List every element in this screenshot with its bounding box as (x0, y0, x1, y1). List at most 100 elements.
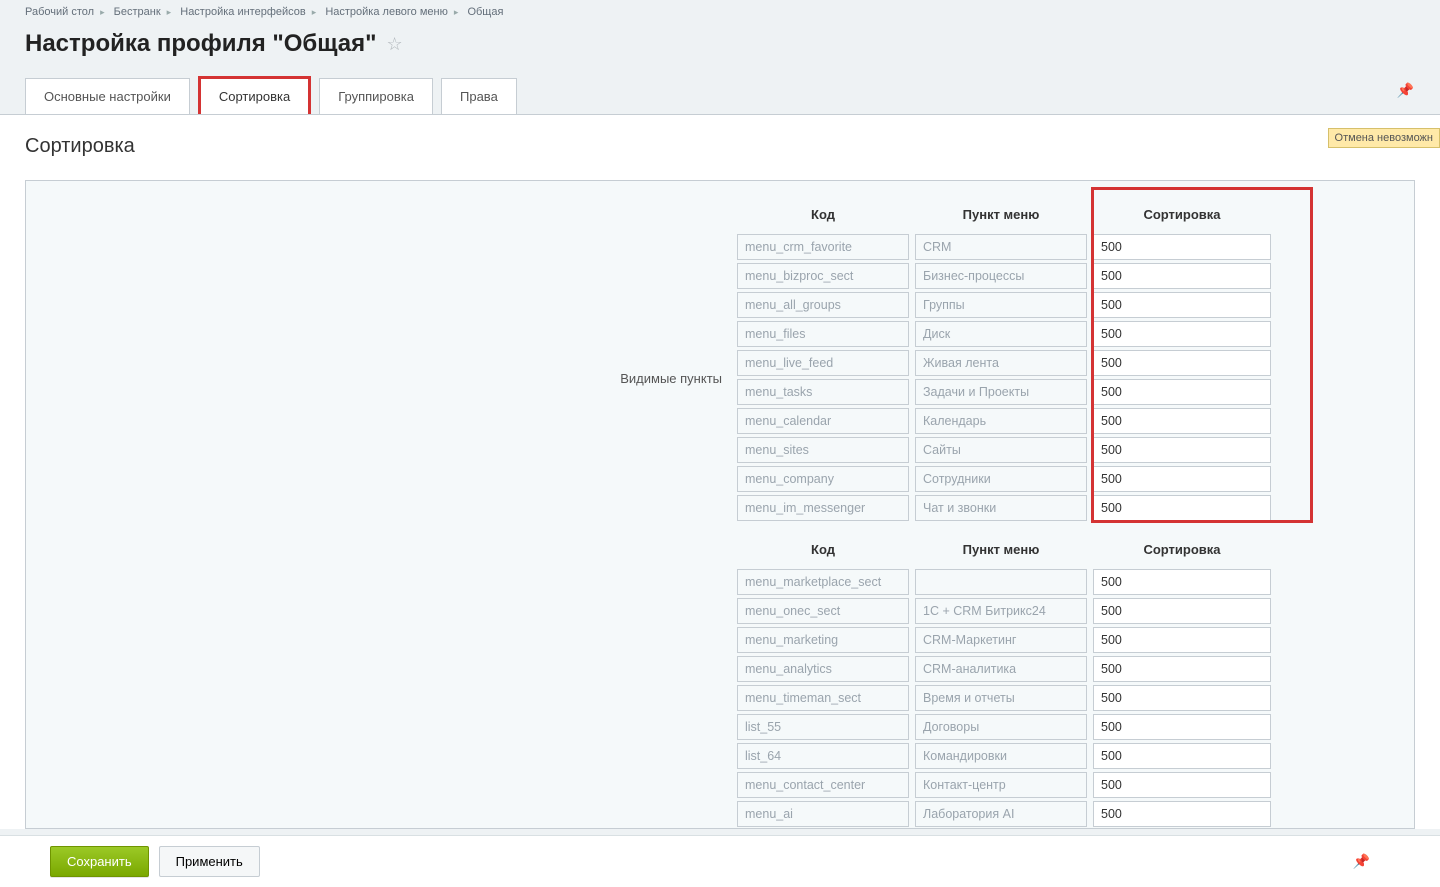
tab-main-settings[interactable]: Основные настройки (25, 78, 190, 114)
code-input (737, 292, 909, 318)
chevron-right-icon: ▸ (454, 7, 459, 18)
code-input (737, 801, 909, 827)
code-input (737, 263, 909, 289)
crumb-link[interactable]: Бестранк (114, 6, 161, 18)
menu-input (915, 656, 1087, 682)
col-header-menu: Пункт меню (912, 536, 1090, 567)
menu-input (915, 743, 1087, 769)
table-row (734, 319, 1274, 348)
sort-input[interactable] (1093, 627, 1271, 653)
row-label: Видимые пункты (26, 201, 734, 828)
table-row (734, 770, 1274, 799)
menu-input (915, 714, 1087, 740)
sort-input[interactable] (1093, 466, 1271, 492)
table-row (734, 406, 1274, 435)
pin-icon[interactable]: 📌 (1353, 853, 1370, 870)
section-title: Сортировка (25, 135, 1415, 158)
code-input (737, 627, 909, 653)
save-button[interactable]: Сохранить (50, 846, 149, 877)
col-header-sort: Сортировка (1090, 201, 1274, 232)
sort-input[interactable] (1093, 495, 1271, 521)
menu-input (915, 437, 1087, 463)
menu-input (915, 466, 1087, 492)
sort-input[interactable] (1093, 685, 1271, 711)
col-header-menu: Пункт меню (912, 201, 1090, 232)
breadcrumb: Рабочий стол ▸ Бестранк ▸ Настройка интерф… (0, 0, 1440, 22)
sort-input[interactable] (1093, 714, 1271, 740)
menu-input (915, 350, 1087, 376)
table-row (734, 232, 1274, 261)
table-row (734, 377, 1274, 406)
code-input (737, 656, 909, 682)
page-title: Настройка профиля "Общая" (25, 30, 377, 58)
code-input (737, 598, 909, 624)
menu-input (915, 292, 1087, 318)
code-input (737, 321, 909, 347)
pin-icon[interactable]: 📌 (1397, 82, 1414, 99)
toast-warning: Отмена невозможн (1328, 128, 1440, 148)
code-input (737, 495, 909, 521)
code-input (737, 234, 909, 260)
code-input (737, 350, 909, 376)
table-row (734, 348, 1274, 377)
tab-grouping[interactable]: Группировка (319, 78, 433, 114)
sort-input[interactable] (1093, 569, 1271, 595)
sort-input[interactable] (1093, 234, 1271, 260)
sort-input[interactable] (1093, 437, 1271, 463)
sort-input[interactable] (1093, 772, 1271, 798)
menu-input (915, 321, 1087, 347)
menu-input (915, 685, 1087, 711)
table-row (734, 712, 1274, 741)
tab-sorting[interactable]: Сортировка (198, 76, 311, 114)
code-input (737, 379, 909, 405)
content-panel: Сортировка Отмена невозможн Видимые пунк… (0, 114, 1440, 829)
menu-input (915, 263, 1087, 289)
table-row (734, 493, 1274, 522)
footer-bar: Сохранить Применить 📌 (0, 835, 1440, 887)
crumb-link[interactable]: Рабочий стол (25, 6, 94, 18)
col-header-code: Код (734, 536, 912, 567)
sort-input[interactable] (1093, 801, 1271, 827)
favorite-star-icon[interactable]: ☆ (387, 34, 403, 55)
menu-input (915, 627, 1087, 653)
sort-table: КодПункт менюСортировка (734, 536, 1274, 828)
crumb-link[interactable]: Настройка левого меню (325, 6, 448, 18)
chevron-right-icon: ▸ (167, 7, 172, 18)
tab-rights[interactable]: Права (441, 78, 517, 114)
table-row (734, 683, 1274, 712)
table-row (734, 741, 1274, 770)
code-input (737, 466, 909, 492)
table-row (734, 654, 1274, 683)
table-row (734, 625, 1274, 654)
sort-input[interactable] (1093, 292, 1271, 318)
crumb-link[interactable]: Настройка интерфейсов (180, 6, 305, 18)
sort-input[interactable] (1093, 743, 1271, 769)
col-header-sort: Сортировка (1090, 536, 1274, 567)
sort-input[interactable] (1093, 321, 1271, 347)
chevron-right-icon: ▸ (312, 7, 317, 18)
sort-input[interactable] (1093, 263, 1271, 289)
table-row (734, 567, 1274, 596)
code-input (737, 772, 909, 798)
table-row (734, 799, 1274, 828)
apply-button[interactable]: Применить (159, 846, 260, 877)
menu-input (915, 408, 1087, 434)
table-row (734, 435, 1274, 464)
sort-input[interactable] (1093, 408, 1271, 434)
sort-input[interactable] (1093, 598, 1271, 624)
crumb-link[interactable]: Общая (467, 6, 503, 18)
code-input (737, 743, 909, 769)
menu-input (915, 772, 1087, 798)
sort-table: КодПункт менюСортировка (734, 201, 1274, 522)
sort-input[interactable] (1093, 350, 1271, 376)
menu-input (915, 569, 1087, 595)
sort-input[interactable] (1093, 379, 1271, 405)
menu-input (915, 598, 1087, 624)
menu-input (915, 801, 1087, 827)
table-row (734, 596, 1274, 625)
menu-input (915, 234, 1087, 260)
code-input (737, 569, 909, 595)
code-input (737, 408, 909, 434)
sort-input[interactable] (1093, 656, 1271, 682)
menu-input (915, 495, 1087, 521)
